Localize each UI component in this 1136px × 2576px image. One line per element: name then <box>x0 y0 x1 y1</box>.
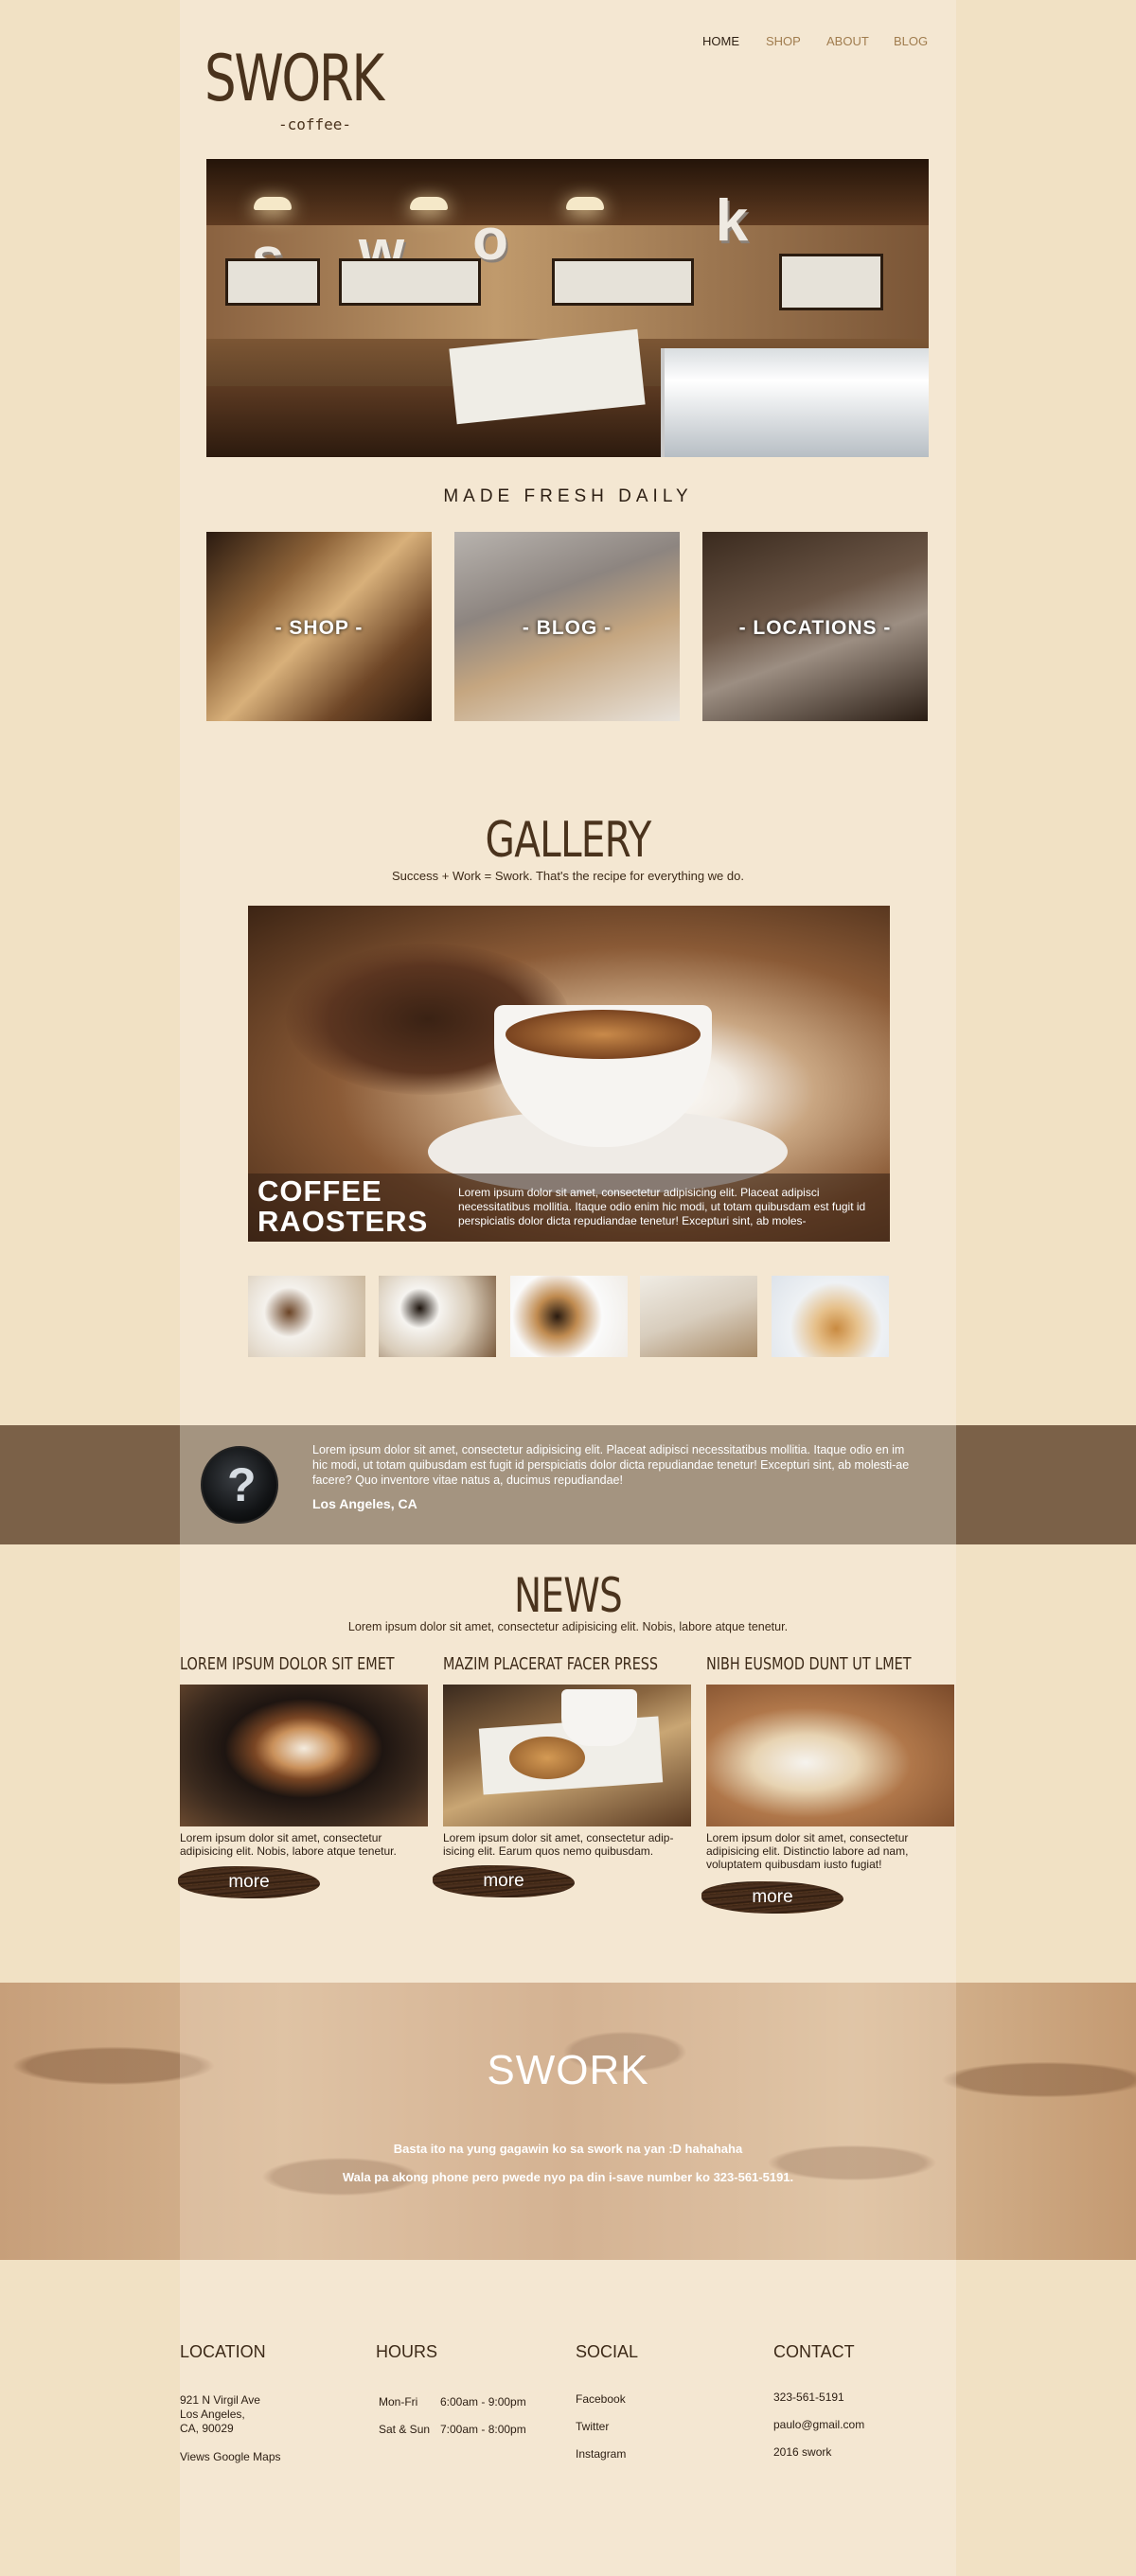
gallery-thumbnail[interactable] <box>248 1276 365 1357</box>
copyright: 2016 swork <box>773 2445 832 2459</box>
instagram-link[interactable]: Instagram <box>576 2447 626 2461</box>
footer-location-heading: LOCATION <box>180 2342 266 2361</box>
news-card-heading[interactable]: LOREM IPSUM DOLOR SIT EMET <box>180 1654 395 1674</box>
tile-locations-label: - LOCATIONS - <box>738 617 892 639</box>
banner-line-1: Basta ito na yung gagawin ko sa swork na… <box>393 2142 743 2156</box>
news-card-text: Lorem ipsum dolor sit amet, consectetur … <box>443 1831 674 1858</box>
news-title: NEWS <box>513 1568 623 1623</box>
hours-day: Mon-Fri <box>379 2395 418 2408</box>
menu-board <box>339 258 481 306</box>
coffee-surface-image <box>506 1010 701 1059</box>
tile-blog[interactable]: - BLOG - <box>454 532 680 721</box>
banner-line-2: Wala pa akong phone pero pwede nyo pa di… <box>342 2170 794 2184</box>
lamp-icon <box>410 197 448 210</box>
footer-address: 921 N Virgil Ave Los Angeles, CA, 90029 <box>180 2393 260 2436</box>
banner-title: SWORK <box>487 2047 649 2093</box>
footer-hours-heading: HOURS <box>376 2342 438 2361</box>
footer-address-line: Los Angeles, <box>180 2408 245 2421</box>
news-card-heading[interactable]: NIBH EUSMOD DUNT UT LMET <box>706 1654 912 1674</box>
hours-time: 7:00am - 8:00pm <box>440 2423 526 2436</box>
more-button[interactable]: more <box>433 1865 575 1897</box>
tile-shop-label: - SHOP - <box>275 617 364 639</box>
testimonial-location: Los Angeles, CA <box>312 1496 417 1511</box>
lamp-icon <box>254 197 292 210</box>
contact-phone: 323-561-5191 <box>773 2391 844 2404</box>
hero-image: s w o k <box>206 159 929 457</box>
more-button[interactable]: more <box>178 1866 320 1898</box>
gallery-caption-title-line1: COFFEE <box>257 1174 382 1208</box>
question-mark-icon: ? <box>227 1458 257 1511</box>
facebook-link[interactable]: Facebook <box>576 2392 626 2407</box>
gallery-main-image[interactable]: COFFEE RAOSTERS Lorem ipsum dolor sit am… <box>248 906 890 1242</box>
gallery-thumbnail[interactable] <box>510 1276 628 1357</box>
contact-email[interactable]: paulo@gmail.com <box>773 2418 864 2432</box>
news-subtitle: Lorem ipsum dolor sit amet, consectetur … <box>347 1620 789 1633</box>
news-card-image[interactable] <box>443 1685 691 1826</box>
tile-blog-label: - BLOG - <box>522 617 612 639</box>
tile-locations[interactable]: - LOCATIONS - <box>702 532 928 721</box>
testimonial-text: Lorem ipsum dolor sit amet, consectetur … <box>312 1443 910 1487</box>
nav-about[interactable]: ABOUT <box>826 34 869 48</box>
gallery-title: GALLERY <box>485 812 652 869</box>
site-logo[interactable]: SWORK <box>204 47 384 112</box>
gallery-thumbnail[interactable] <box>379 1276 496 1357</box>
gallery-subtitle: Success + Work = Swork. That's the recip… <box>392 869 744 883</box>
nav-shop[interactable]: SHOP <box>766 34 801 48</box>
more-button[interactable]: more <box>701 1881 843 1914</box>
lamp-icon <box>566 197 604 210</box>
hero-ceiling <box>206 159 929 225</box>
menu-board <box>225 258 320 306</box>
hours-day: Sat & Sun <box>379 2423 431 2436</box>
twitter-link[interactable]: Twitter <box>576 2420 609 2434</box>
menu-board <box>779 254 883 310</box>
nav-home[interactable]: HOME <box>702 34 739 48</box>
hero-pastry-case <box>661 348 929 457</box>
gallery-thumbnail[interactable] <box>640 1276 757 1357</box>
tagline: MADE FRESH DAILY <box>443 486 693 506</box>
gallery-caption-title-line2: RAOSTERS <box>257 1205 429 1238</box>
gallery-caption-title: COFFEE RAOSTERS <box>257 1176 428 1237</box>
news-card-image[interactable] <box>180 1685 428 1826</box>
avatar: ? <box>201 1446 278 1524</box>
tile-shop[interactable]: - SHOP - <box>206 532 432 721</box>
cookies-image <box>509 1737 585 1779</box>
news-card-heading[interactable]: MAZIM PLACERAT FACER PRESS <box>443 1654 658 1674</box>
news-card-image[interactable] <box>706 1685 954 1826</box>
nav-blog[interactable]: BLOG <box>894 34 928 48</box>
google-maps-link[interactable]: Views Google Maps <box>180 2450 281 2464</box>
footer-address-line: CA, 90029 <box>180 2422 234 2435</box>
banner-overlay <box>180 1983 956 2260</box>
footer-contact-heading: CONTACT <box>773 2342 855 2361</box>
menu-board <box>552 258 694 306</box>
site-logo-subtitle: -coffee- <box>278 115 352 133</box>
news-card-text: Lorem ipsum dolor sit amet, consectetur … <box>706 1831 909 1871</box>
footer-address-line: 921 N Virgil Ave <box>180 2393 260 2407</box>
hero-sign-letter: k <box>715 188 749 254</box>
hours-time: 6:00am - 9:00pm <box>440 2395 526 2408</box>
news-card-text: Lorem ipsum dolor sit amet, consectetur … <box>180 1831 397 1858</box>
cup-image <box>561 1689 637 1746</box>
gallery-thumbnail[interactable] <box>772 1276 889 1357</box>
gallery-caption-text: Lorem ipsum dolor sit amet, consectetur … <box>458 1186 866 1227</box>
footer-social-heading: SOCIAL <box>576 2342 639 2361</box>
